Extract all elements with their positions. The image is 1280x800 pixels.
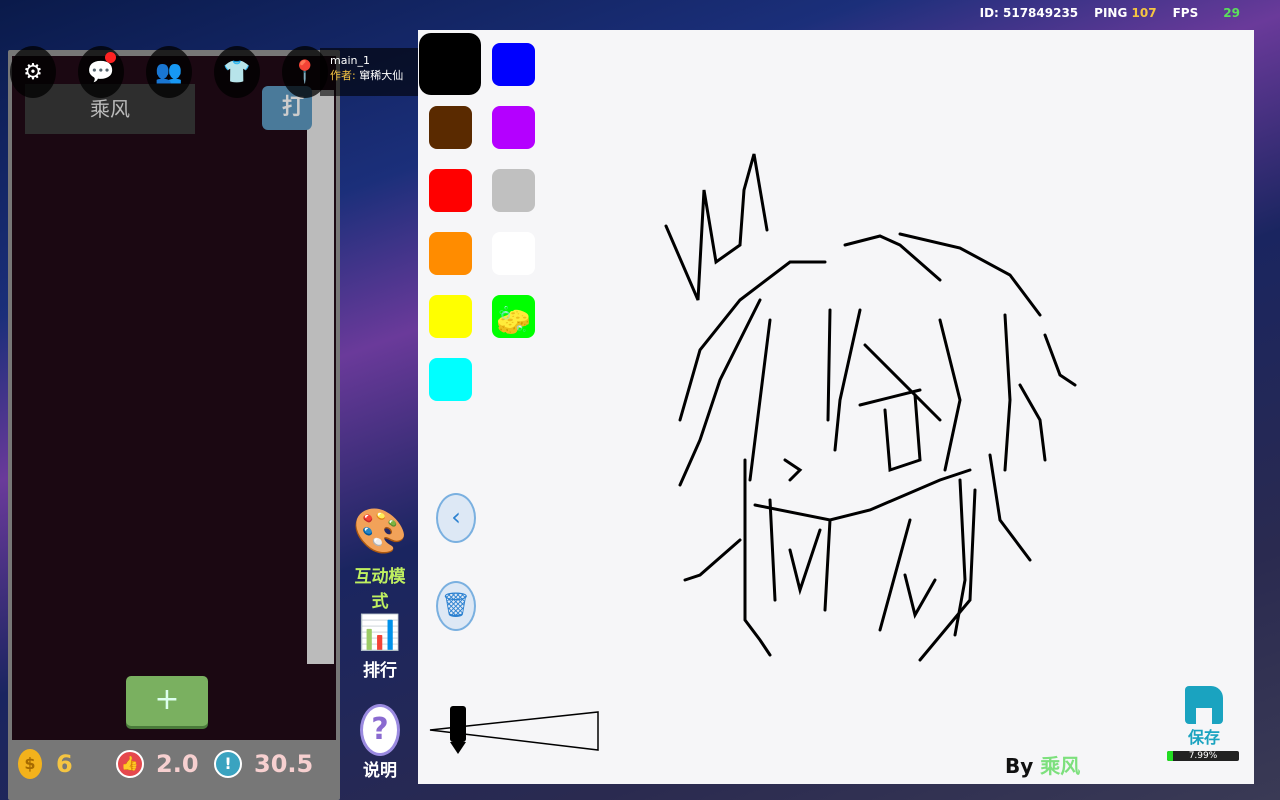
help-button[interactable]: ? 说明	[350, 704, 410, 781]
by-label: By	[1005, 754, 1034, 778]
user-id: ID: 517849235	[979, 6, 1079, 20]
fps-label: FPS	[1172, 6, 1199, 20]
help-label: 说明	[363, 761, 397, 781]
progress-text: 7.99%	[1188, 751, 1218, 761]
color-swatch[interactable]	[429, 106, 472, 149]
interactive-mode-label: 互动模式	[354, 567, 406, 612]
fps-value: 29	[1223, 6, 1240, 20]
floppy-disk-icon	[1185, 686, 1223, 724]
ping-label: PING	[1094, 6, 1128, 20]
eraser-button[interactable]: 🧽	[492, 299, 535, 342]
drawing-canvas[interactable]	[418, 30, 1254, 784]
clear-button[interactable]: 🗑	[436, 581, 476, 631]
color-swatch[interactable]	[429, 358, 472, 401]
scrollbar[interactable]	[307, 90, 334, 664]
add-button[interactable]: +	[126, 676, 208, 726]
map-name: main_1	[330, 54, 370, 67]
shirt-icon: 👕	[223, 59, 251, 85]
by-name: 乘风	[1040, 754, 1081, 778]
brush-size-slider[interactable]	[428, 704, 604, 756]
eraser-icon: 🧽	[496, 304, 531, 337]
status-bar: ID: 517849235 PING 107 FPS 29	[980, 6, 1240, 20]
color-swatch[interactable]	[492, 169, 535, 212]
trash-icon: 🗑	[440, 591, 472, 619]
settings-button[interactable]: ⚙	[10, 46, 56, 98]
drawing-strokes	[664, 153, 1077, 662]
coin-count: 6	[56, 750, 73, 778]
question-icon: ?	[360, 704, 400, 756]
map-pin-icon: 📍	[291, 59, 319, 85]
save-button[interactable]: 保存	[1168, 686, 1240, 748]
undo-button[interactable]: ‹	[436, 493, 476, 543]
author-label: 作者:	[330, 69, 356, 82]
stats-bar: $ 6 👍 2.0 ! 30.5	[12, 742, 336, 786]
rank-button[interactable]: 📊 排行	[350, 610, 410, 681]
author-name: 窜稀大仙	[359, 69, 404, 82]
gear-icon: ⚙	[23, 59, 43, 85]
users-icon: 👥	[155, 59, 183, 85]
save-progress: 7.99%	[1167, 751, 1239, 761]
thumbs-up-icon: 👍	[116, 750, 144, 778]
chat-icon: 💬	[87, 59, 115, 85]
exclamation-icon: !	[214, 750, 242, 778]
color-swatch[interactable]	[429, 232, 472, 275]
color-swatch[interactable]	[429, 169, 472, 212]
slider-handle	[450, 706, 466, 742]
color-swatch[interactable]	[419, 33, 481, 95]
color-swatch[interactable]	[492, 106, 535, 149]
interactive-mode-button[interactable]: 🎨 互动模式	[350, 502, 410, 612]
rank-label: 排行	[363, 661, 397, 681]
color-swatch[interactable]	[492, 43, 535, 86]
chevron-left-icon: ‹	[451, 503, 461, 531]
color-swatch[interactable]	[492, 232, 535, 275]
map-info: main_1 作者: 窜稀大仙	[320, 48, 420, 96]
coin-icon: $	[18, 749, 42, 779]
podium-icon: 📊	[358, 613, 402, 653]
chat-button[interactable]: 💬	[78, 46, 124, 98]
friends-button[interactable]: 👥	[146, 46, 192, 98]
outfit-button[interactable]: 👕	[214, 46, 260, 98]
like-count: 2.0	[156, 750, 199, 778]
ping-value: 107	[1131, 6, 1157, 20]
palette-icon: 🎨	[352, 506, 408, 557]
color-swatch[interactable]	[429, 295, 472, 338]
save-label: 保存	[1187, 728, 1220, 747]
warn-count: 30.5	[254, 750, 314, 778]
author-credit: By 乘风	[1005, 750, 1080, 779]
notification-dot	[105, 52, 116, 63]
list-area	[12, 56, 336, 740]
